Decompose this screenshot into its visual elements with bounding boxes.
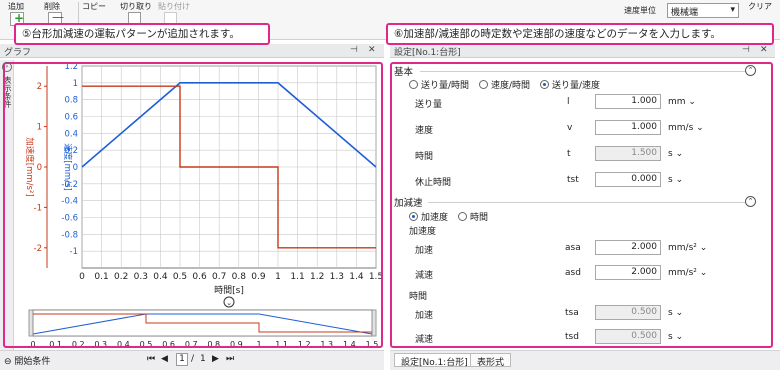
- settings-footer: 設定[No.1:台形] 表形式: [390, 350, 780, 370]
- settings-panel-title: 設定[No.1:台形]: [394, 48, 461, 58]
- start-condition-button[interactable]: ⊖ 開始条件: [4, 354, 50, 367]
- last-page-icon[interactable]: ⏭: [226, 354, 234, 364]
- page-separator: /: [191, 354, 195, 364]
- highlight-frame-left: [3, 62, 383, 348]
- copy-label: コピー: [82, 2, 106, 11]
- speed-unit-select[interactable]: 機械端 ▾: [667, 3, 739, 18]
- close-icon[interactable]: ✕: [760, 45, 768, 55]
- callout-left: ⑤台形加減速の運転パターンが追加されます。: [14, 23, 270, 45]
- expand-icon[interactable]: ›: [2, 62, 12, 72]
- next-page-icon[interactable]: ▶: [212, 354, 219, 364]
- tab-table[interactable]: 表形式: [470, 353, 512, 368]
- close-icon[interactable]: ✕: [368, 45, 376, 55]
- highlight-frame-right: [390, 62, 773, 348]
- cut-label: 切り取り: [120, 2, 152, 11]
- tab-settings[interactable]: 設定[No.1:台形]: [394, 353, 475, 368]
- pin-icon[interactable]: ⊣: [350, 45, 358, 55]
- settings-panel-header: 設定[No.1:台形] ⊣ ✕: [390, 44, 775, 58]
- callout-right: ⑥加速部/減速部の時定数や定速部の速度などのデータを入力します。: [386, 23, 774, 45]
- speed-unit-label: 速度単位: [624, 6, 656, 15]
- chevron-right-icon: ⊖: [4, 357, 12, 367]
- graph-panel-header: グラフ ⊣ ✕: [0, 44, 384, 58]
- clear-label: クリア: [748, 2, 772, 11]
- page-total: 1: [200, 354, 206, 364]
- first-page-icon[interactable]: ⏮: [147, 354, 155, 364]
- paste-label: 貼り付け: [158, 2, 190, 11]
- chevron-down-icon: ▾: [730, 5, 735, 15]
- graph-panel-title: グラフ: [4, 48, 32, 58]
- graph-footer: ⊖ 開始条件 ⏮ ◀ 1 / 1 ▶ ⏭: [0, 350, 384, 370]
- prev-page-icon[interactable]: ◀: [161, 354, 168, 364]
- page-input[interactable]: 1: [176, 353, 188, 366]
- pin-icon[interactable]: ⊣: [742, 45, 750, 55]
